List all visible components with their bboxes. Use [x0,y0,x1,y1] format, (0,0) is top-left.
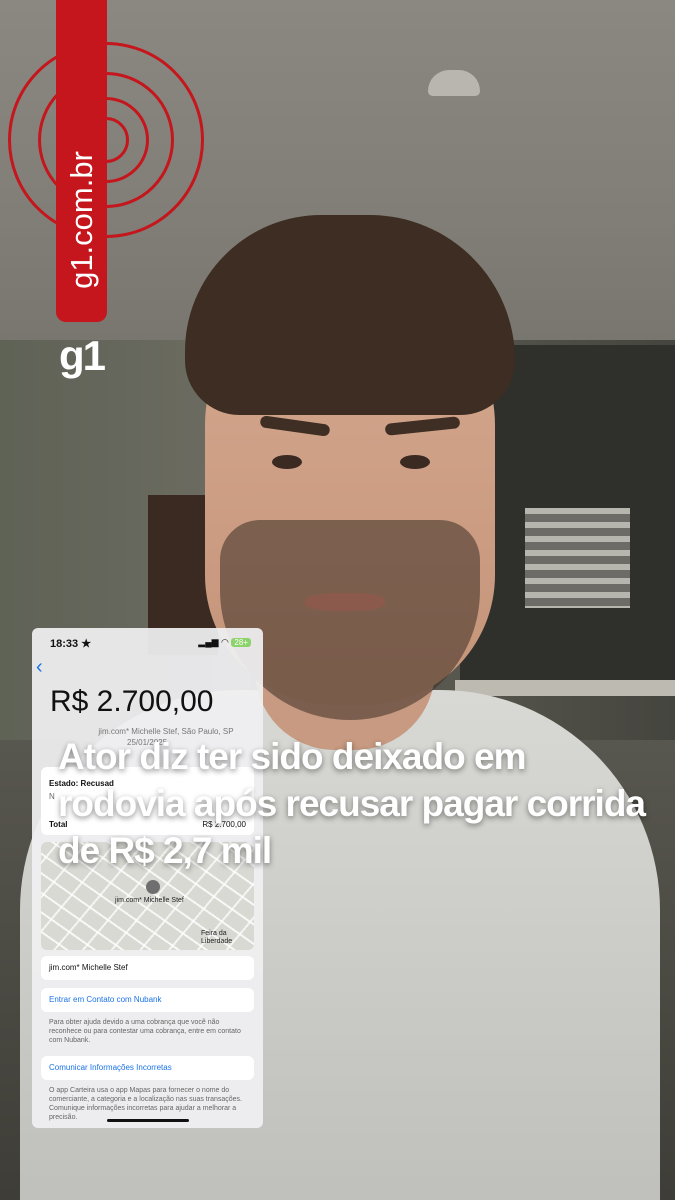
map-pin-icon [146,880,160,894]
map-merchant-label: jim.com* Michelle Stef [115,897,184,904]
status-detail: N [49,792,55,801]
status-time: 18:33 ★ [50,638,92,650]
merchant-row-label: jim.com* Michelle Stef [49,963,128,972]
left-eye [272,455,302,469]
report-row: Comunicar Informações Incorretas [41,1056,254,1080]
report-link: Comunicar Informações Incorretas [49,1063,172,1072]
contact-nubank-row: Entrar em Contato com Nubank [41,988,254,1012]
status-icons: ▂▄▆ ◠ 28+ [198,637,251,648]
report-note: O app Carteira usa o app Mapas para forn… [49,1087,242,1121]
contact-nubank-link: Entrar em Contato com Nubank [49,995,162,1004]
wifi-icon: ◠ [221,637,229,647]
back-chevron-icon: ‹ [36,656,43,678]
right-eye [400,455,430,469]
bank-transaction-screenshot: 18:33 ★ ▂▄▆ ◠ 28+ ‹ R$ 2.700,00 jim.com*… [32,628,263,1128]
home-indicator [107,1119,189,1122]
site-url-text: g1.com.br [63,151,99,289]
news-headline: Ator diz ter sido deixado em rodovia apó… [58,736,646,871]
merchant-row: jim.com* Michelle Stef [41,956,254,980]
hair [185,215,515,415]
mouth [305,593,385,611]
signal-icon: ▂▄▆ [198,637,219,647]
contact-note: Para obter ajuda devido a uma cobrança q… [49,1019,241,1044]
g1-logo: g1 [59,332,106,379]
transaction-amount: R$ 2.700,00 [50,685,214,718]
battery-icon: 28+ [231,638,251,647]
site-url: g1.com.br [56,0,107,322]
map-place-label: Feira da Liberdade [201,930,233,945]
